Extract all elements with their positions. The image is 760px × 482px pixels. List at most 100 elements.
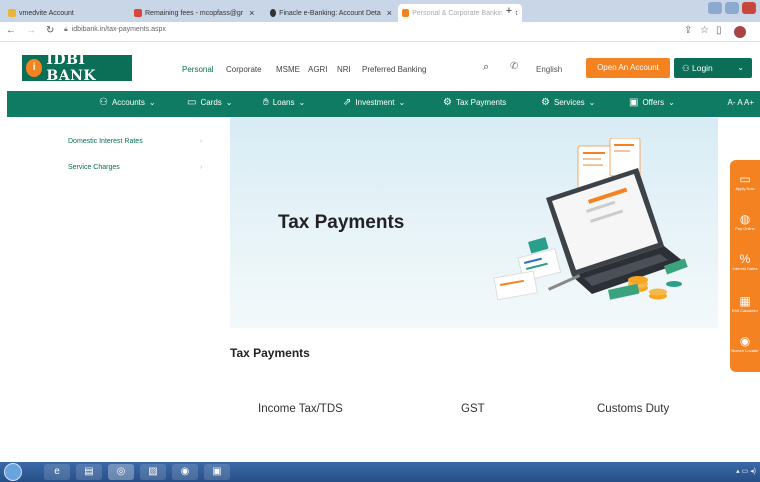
phone-icon[interactable]: ✆ (510, 61, 518, 72)
browser-tab-1[interactable]: vmedvite Account (4, 4, 112, 22)
back-arrow-icon[interactable]: ← (6, 25, 16, 36)
address-bar-row: ← → ↻ 🔒︎ idbibank.in/tax-payments.aspx ⇪ … (0, 22, 760, 42)
browser-tab-2[interactable]: Remaining fees - mcopfass@gr × (130, 4, 262, 22)
forward-arrow-icon[interactable]: → (26, 25, 36, 36)
chevron-down-icon: ⌄ (398, 98, 406, 107)
quick-link-interest-rates[interactable]: % Interest Rates (730, 252, 760, 271)
font-size-controls[interactable]: A- A A+ (728, 98, 754, 107)
language-selector[interactable]: English (536, 65, 562, 74)
side-link-service-charges[interactable]: Service Charges (68, 164, 120, 171)
menu-services[interactable]: ⚙ Services ⌄ (541, 97, 595, 108)
calculator-icon: ▦ (739, 294, 751, 308)
url-text: idbibank.in/tax-payments.aspx (71, 26, 166, 33)
menu-offers[interactable]: ▣ Offers ⌄ (629, 97, 675, 108)
growth-icon: ⇗ (343, 97, 352, 108)
percent-icon: % (739, 252, 751, 266)
minimize-button[interactable] (708, 2, 722, 14)
menu-label: Accounts (111, 98, 145, 107)
menu-investment[interactable]: ⇗ Investment ⌄ (343, 97, 405, 108)
sidebar-icon[interactable]: ▯ (716, 25, 722, 36)
quick-link-label: Branch Locator (731, 348, 759, 353)
tab-favicon-icon (402, 9, 410, 17)
nav-preferred-banking[interactable]: Preferred Banking (362, 65, 426, 74)
lock-icon: 🔒︎ (64, 26, 68, 33)
tab-favicon-icon (8, 9, 16, 17)
nav-corporate[interactable]: Corporate (226, 65, 262, 74)
laptop-illustration (493, 138, 688, 301)
nav-agri[interactable]: AGRI (308, 65, 328, 74)
tab-label: Personal & Corporate Banking (412, 9, 507, 17)
folder-icon[interactable]: ▤ (76, 464, 102, 480)
menu-label: Investment (355, 98, 395, 107)
window-controls (708, 2, 756, 14)
nav-nri[interactable]: NRI (337, 65, 351, 74)
gmail-icon (134, 9, 142, 17)
close-tab-icon[interactable]: × (387, 8, 392, 18)
income-tax-tds-link[interactable]: Income Tax/TDS (258, 403, 343, 415)
os-taskbar: e ▤ ◎ ▨ ◉ ▣ ▴ ▭ ◂) (0, 462, 760, 482)
quick-link-label: Interest Rates (732, 266, 758, 271)
chevron-down-icon: ⌄ (148, 98, 156, 107)
new-tab-button[interactable]: + (502, 5, 516, 19)
quick-link-emi-calculator[interactable]: ▦ EMI Calculator (730, 294, 760, 313)
gst-link[interactable]: GST (461, 403, 485, 415)
chevron-down-icon: ⌄ (668, 98, 675, 107)
browser-tab-3[interactable]: Finacle e-Banking: Account Deta × (266, 4, 396, 22)
nav-msme[interactable]: MSME (276, 65, 300, 74)
reload-icon[interactable]: ↻ (46, 25, 54, 36)
quick-link-apply-now[interactable]: ▭ Apply Now (730, 172, 760, 191)
location-icon: ◉ (739, 334, 751, 348)
system-tray[interactable]: ▴ ▭ ◂) (736, 467, 756, 475)
bookmark-star-icon[interactable]: ☆ (700, 25, 709, 36)
app-icon[interactable]: ▨ (140, 464, 166, 480)
tax-icon: ⚙ (443, 97, 452, 108)
logo-text: IDBI BANK (46, 52, 97, 84)
hero-banner: Tax Payments (230, 118, 718, 328)
idbi-seal-icon: i (26, 59, 43, 77)
maximize-button[interactable] (725, 2, 739, 14)
nav-personal[interactable]: Personal (182, 65, 214, 74)
laptop-icon: ▭ (739, 172, 751, 186)
site-header: i IDBI BANK Personal Corporate MSME AGRI… (0, 43, 760, 89)
search-icon[interactable]: ⌕ (483, 61, 489, 74)
profile-avatar[interactable] (734, 26, 746, 38)
customs-duty-link[interactable]: Customs Duty (597, 403, 669, 415)
close-window-button[interactable] (742, 2, 756, 14)
close-tab-icon[interactable]: × (249, 8, 254, 18)
ie-icon[interactable]: e (44, 464, 70, 480)
idbi-logo[interactable]: i IDBI BANK (22, 52, 132, 84)
quick-link-label: Pay Online (735, 226, 755, 231)
card-icon: ▭ (187, 97, 197, 108)
main-menu-bar: ⚇ Accounts ⌄ ▭ Cards ⌄ ✋︎ Loans ⌄ ⇗ Inve… (7, 91, 760, 117)
menu-label: Cards (200, 98, 222, 107)
quick-links-sidebar: ▭ Apply Now ◍ Pay Online % Interest Rate… (730, 160, 760, 372)
chevron-right-icon: › (200, 138, 203, 145)
tab-label: vmedvite Account (19, 9, 74, 17)
start-button[interactable] (4, 463, 22, 481)
chevron-right-icon: › (200, 164, 203, 171)
network-app-icon[interactable]: ◉ (172, 464, 198, 480)
menu-label: Offers (642, 98, 665, 107)
open-account-button[interactable]: Open An Account (586, 58, 670, 78)
login-label: Login (691, 63, 713, 73)
menu-label: Loans (272, 98, 295, 107)
side-link-domestic-interest-rates[interactable]: Domestic Interest Rates (68, 138, 143, 145)
menu-loans[interactable]: ✋︎ Loans ⌄ (263, 97, 305, 108)
url-field[interactable]: 🔒︎ idbibank.in/tax-payments.aspx (64, 26, 166, 34)
chevron-down-icon: ⌄ (737, 63, 744, 72)
menu-cards[interactable]: ▭ Cards ⌄ (187, 97, 233, 108)
quick-link-pay-online[interactable]: ◍ Pay Online (730, 212, 760, 231)
menu-accounts[interactable]: ⚇ Accounts ⌄ (99, 97, 156, 108)
chrome-icon[interactable]: ◎ (108, 464, 134, 480)
quick-link-branch-locator[interactable]: ◉ Branch Locator (730, 334, 760, 353)
login-button[interactable]: ⚇ Login ⌄ (674, 58, 752, 78)
image-viewer-icon[interactable]: ▣ (204, 464, 230, 480)
tab-label: Remaining fees - mcopfass@gr (145, 9, 244, 17)
menu-tax-payments[interactable]: ⚙ Tax Payments (443, 97, 506, 108)
chevron-down-icon: ⌄ (588, 98, 596, 107)
gift-icon: ▣ (629, 97, 639, 108)
share-icon[interactable]: ⇪ (684, 25, 692, 36)
user-icon: ⚇ (682, 63, 692, 73)
quick-link-label: Apply Now (735, 186, 755, 191)
service-icon: ⚙ (541, 97, 550, 108)
